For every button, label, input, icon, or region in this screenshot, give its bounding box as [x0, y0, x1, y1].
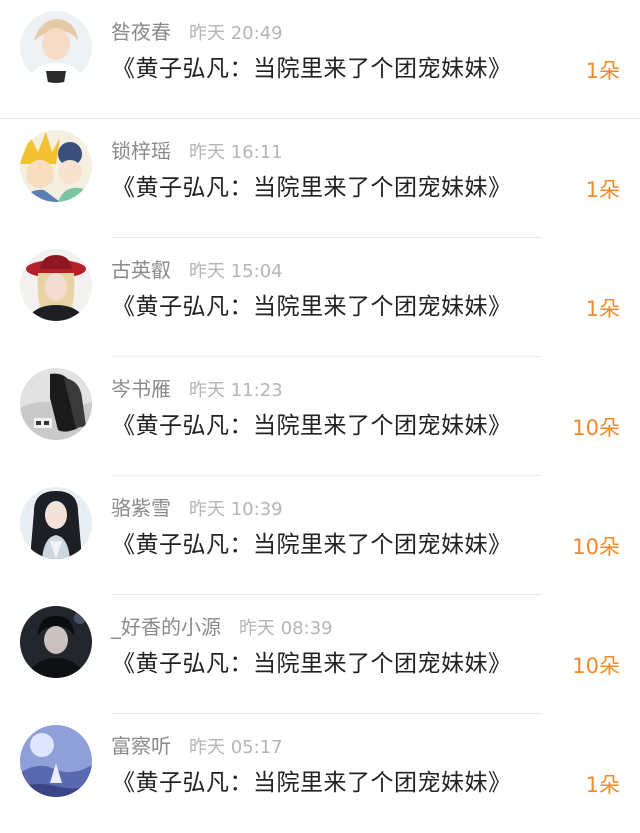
avatar-ink-icon: [20, 368, 92, 440]
gift-count: 10朵: [572, 535, 620, 559]
gift-count: 1朵: [585, 178, 620, 202]
list-item[interactable]: 古英叡 昨天 15:04 《黄子弘凡：当院里来了个团宠妹妹》 1朵: [0, 238, 640, 357]
list-item[interactable]: 骆紫雪 昨天 10:39 《黄子弘凡：当院里来了个团宠妹妹》 10朵: [0, 476, 640, 595]
book-title[interactable]: 《黄子弘凡：当院里来了个团宠妹妹》: [112, 409, 512, 443]
avatar-scene-icon: [20, 725, 92, 797]
gift-count: 1朵: [585, 59, 620, 83]
avatar-ancient-icon: [20, 487, 92, 559]
sender-meta: 岑书雁 昨天 11:23: [111, 375, 283, 403]
sender-name[interactable]: 富察听: [111, 734, 171, 758]
gift-time: 昨天 16:11: [189, 142, 283, 163]
avatar[interactable]: [20, 11, 92, 83]
book-title[interactable]: 《黄子弘凡：当院里来了个团宠妹妹》: [112, 528, 512, 562]
avatar[interactable]: [20, 249, 92, 321]
gift-count: 10朵: [572, 654, 620, 678]
avatar[interactable]: [20, 606, 92, 678]
avatar[interactable]: [20, 130, 92, 202]
sender-name[interactable]: 古英叡: [111, 258, 171, 282]
book-title[interactable]: 《黄子弘凡：当院里来了个团宠妹妹》: [112, 766, 512, 800]
avatar-boy-icon: [20, 11, 92, 83]
gift-time: 昨天 15:04: [189, 261, 283, 282]
avatar-dark-icon: [20, 606, 92, 678]
sender-name[interactable]: 咎夜春: [111, 20, 171, 44]
list-item[interactable]: 锁梓瑶 昨天 16:11 《黄子弘凡：当院里来了个团宠妹妹》 1朵: [0, 119, 640, 238]
sender-meta: 锁梓瑶 昨天 16:11: [111, 137, 283, 165]
sender-meta: 古英叡 昨天 15:04: [111, 256, 283, 284]
list-item[interactable]: 咎夜春 昨天 20:49 《黄子弘凡：当院里来了个团宠妹妹》 1朵: [0, 0, 640, 119]
book-title[interactable]: 《黄子弘凡：当院里来了个团宠妹妹》: [112, 52, 512, 86]
gift-time: 昨天 08:39: [239, 618, 333, 639]
book-title[interactable]: 《黄子弘凡：当院里来了个团宠妹妹》: [112, 647, 512, 681]
avatar-anime-icon: [20, 130, 92, 202]
gift-time: 昨天 20:49: [189, 23, 283, 44]
avatar-hat-icon: [20, 249, 92, 321]
gift-time: 昨天 10:39: [189, 499, 283, 520]
avatar[interactable]: [20, 725, 92, 797]
list-item[interactable]: 富察听 昨天 05:17 《黄子弘凡：当院里来了个团宠妹妹》 1朵: [0, 714, 640, 833]
gift-time: 昨天 05:17: [189, 737, 283, 758]
sender-meta: 富察听 昨天 05:17: [111, 732, 283, 760]
sender-meta: 咎夜春 昨天 20:49: [111, 18, 283, 46]
sender-meta: _好香的小源 昨天 08:39: [111, 613, 333, 641]
gift-record-list: 咎夜春 昨天 20:49 《黄子弘凡：当院里来了个团宠妹妹》 1朵 锁梓瑶 昨天 1…: [0, 0, 640, 810]
gift-count: 1朵: [585, 297, 620, 321]
gift-count: 1朵: [585, 773, 620, 797]
gift-time: 昨天 11:23: [189, 380, 283, 401]
sender-meta: 骆紫雪 昨天 10:39: [111, 494, 283, 522]
sender-name[interactable]: _好香的小源: [111, 615, 221, 639]
book-title[interactable]: 《黄子弘凡：当院里来了个团宠妹妹》: [112, 290, 512, 324]
avatar[interactable]: [20, 487, 92, 559]
avatar[interactable]: [20, 368, 92, 440]
sender-name[interactable]: 锁梓瑶: [111, 139, 171, 163]
sender-name[interactable]: 岑书雁: [111, 377, 171, 401]
list-item[interactable]: 岑书雁 昨天 11:23 《黄子弘凡：当院里来了个团宠妹妹》 10朵: [0, 357, 640, 476]
gift-count: 10朵: [572, 416, 620, 440]
sender-name[interactable]: 骆紫雪: [111, 496, 171, 520]
list-item[interactable]: _好香的小源 昨天 08:39 《黄子弘凡：当院里来了个团宠妹妹》 10朵: [0, 595, 640, 714]
book-title[interactable]: 《黄子弘凡：当院里来了个团宠妹妹》: [112, 171, 512, 205]
